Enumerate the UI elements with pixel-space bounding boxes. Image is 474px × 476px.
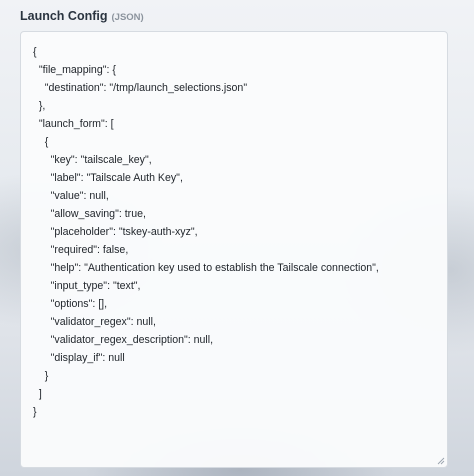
code-line: "validator_regex": null, xyxy=(33,316,156,328)
code-line: "file_mapping": { xyxy=(33,64,116,76)
format-label: (JSON) xyxy=(111,12,144,23)
code-line: }, xyxy=(33,100,46,112)
code-line: } xyxy=(33,370,49,382)
code-line: "label": "Tailscale Auth Key", xyxy=(33,172,183,184)
code-line: "key": "tailscale_key", xyxy=(33,154,152,166)
code-line: "placeholder": "tskey-auth-xyz", xyxy=(33,226,198,238)
json-code[interactable]: { "file_mapping": { "destination": "/tmp… xyxy=(21,32,447,421)
code-line: "allow_saving": true, xyxy=(33,208,146,220)
code-line: ] xyxy=(33,388,42,400)
resize-handle-icon[interactable] xyxy=(437,457,445,465)
code-line: { xyxy=(33,136,49,148)
code-line: "input_type": "text", xyxy=(33,280,141,292)
code-line: "required": false, xyxy=(33,244,129,256)
code-line: "help": "Authentication key used to esta… xyxy=(33,262,379,274)
code-line: "launch_form": [ xyxy=(33,118,114,130)
code-line: "destination": "/tmp/launch_selections.j… xyxy=(33,82,248,94)
code-line: "validator_regex_description": null, xyxy=(33,334,214,346)
code-line: "options": [], xyxy=(33,298,108,310)
code-line: "value": null, xyxy=(33,190,109,202)
section-title: Launch Config xyxy=(20,9,108,23)
code-line: } xyxy=(33,406,37,418)
launch-config-header: Launch Config (JSON) xyxy=(20,9,144,25)
json-editor[interactable]: { "file_mapping": { "destination": "/tmp… xyxy=(20,31,448,468)
code-line: { xyxy=(33,46,37,58)
code-line: "display_if": null xyxy=(33,352,125,364)
